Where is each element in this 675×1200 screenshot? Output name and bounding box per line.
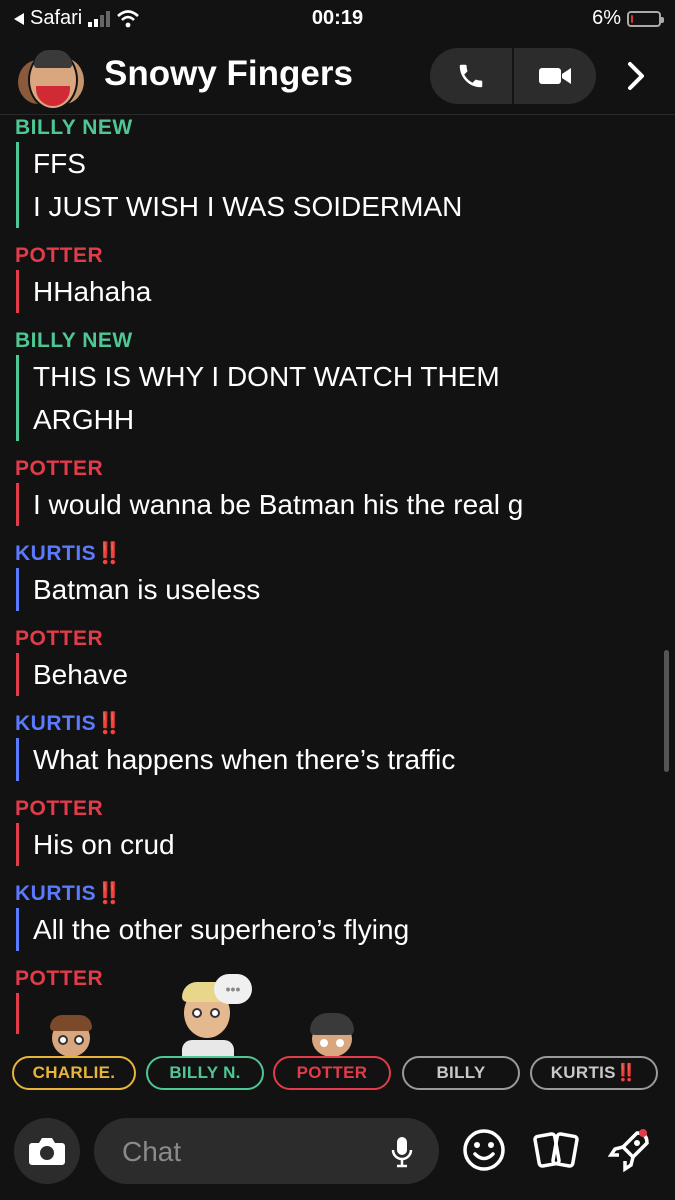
sender-name: KURTIS — [15, 882, 97, 905]
message-sender: POTTER — [15, 965, 675, 993]
message-line: What happens when there’s traffic — [33, 744, 456, 775]
sender-name: POTTER — [15, 627, 104, 650]
presence-chip-label: CHARLIE. — [32, 1063, 116, 1082]
double-exclamation-icon: ‼️ — [96, 882, 123, 905]
sender-name: BILLY NEW — [15, 116, 133, 139]
battery-icon — [627, 10, 664, 27]
presence-chip-label: BILLY — [436, 1063, 486, 1082]
presence-chip[interactable]: BILLY — [402, 1056, 520, 1090]
voice-call-button[interactable] — [430, 48, 512, 104]
message-line: All the other superhero’s flying — [33, 914, 410, 945]
avatar — [28, 50, 78, 110]
double-exclamation-icon: ‼️ — [615, 1063, 638, 1082]
message-body: His on crud — [16, 823, 675, 866]
games-button[interactable] — [606, 1126, 654, 1174]
status-bar: Safari 00:19 6% — [0, 0, 675, 38]
message-line: His on crud — [33, 829, 175, 860]
message-item[interactable]: BILLY NEW THIS IS WHY I DONT WATCH THEM AR… — [0, 327, 675, 441]
chat-input-container — [94, 1118, 439, 1186]
microphone-button[interactable] — [391, 1136, 413, 1173]
message-line: ARGHH — [33, 404, 135, 435]
video-camera-icon — [539, 68, 571, 84]
message-body: HHahaha — [16, 270, 675, 313]
message-body: FFS I JUST WISH I WAS SOIDERMAN — [16, 142, 675, 228]
rocket-icon — [607, 1129, 649, 1173]
cards-icon — [533, 1132, 579, 1168]
sender-name: POTTER — [15, 797, 104, 820]
presence-chip[interactable]: KURTIS ‼️ — [530, 1056, 658, 1090]
chat-header: Snowy Fingers — [0, 40, 675, 115]
message-sender: POTTER — [15, 795, 675, 823]
message-body: Behave — [16, 653, 675, 696]
message-item[interactable]: BILLY NEW FFS I JUST WISH I WAS SOIDERMAN — [0, 114, 675, 228]
message-sender: BILLY NEW — [15, 114, 675, 142]
presence-bitmoji-charlie — [48, 1015, 94, 1057]
camera-icon — [29, 1138, 65, 1165]
scrollbar[interactable] — [664, 650, 669, 772]
message-line: I would wanna be Batman his the real g — [33, 489, 524, 520]
group-avatar[interactable] — [18, 50, 86, 110]
message-body: I would wanna be Batman his the real g — [16, 483, 675, 526]
presence-chips: CHARLIE. BILLY N. POTTER BILLY KURTIS ‼️ — [0, 1056, 675, 1092]
composer-bar — [0, 1104, 675, 1200]
message-sender: POTTER — [15, 455, 675, 483]
message-body: What happens when there’s traffic — [16, 738, 675, 781]
message-line: THIS IS WHY I DONT WATCH THEM — [33, 361, 500, 392]
double-exclamation-icon: ‼️ — [96, 712, 123, 735]
message-item[interactable]: KURTIS‼️ All the other superhero’s flying — [0, 880, 675, 951]
message-item[interactable]: POTTER I would wanna be Batman his the re… — [0, 455, 675, 526]
message-item[interactable]: POTTER His on crud — [0, 795, 675, 866]
sender-name: POTTER — [15, 967, 104, 990]
message-line: Batman is useless — [33, 574, 261, 605]
chevron-right-icon — [628, 62, 644, 90]
phone-icon — [459, 64, 483, 88]
message-line: Behave — [33, 659, 128, 690]
sender-name: POTTER — [15, 244, 104, 267]
message-list[interactable]: BILLY NEW FFS I JUST WISH I WAS SOIDERMAN P… — [0, 114, 675, 1034]
message-line: I JUST WISH I WAS SOIDERMAN — [33, 191, 463, 222]
typing-indicator: ••• — [225, 981, 241, 997]
sender-name: POTTER — [15, 457, 104, 480]
message-body: All the other superhero’s flying — [16, 908, 675, 951]
message-body: Batman is useless — [16, 568, 675, 611]
double-exclamation-icon: ‼️ — [96, 542, 123, 565]
sender-name: KURTIS — [15, 712, 97, 735]
smiley-icon — [463, 1129, 505, 1171]
video-call-button[interactable] — [514, 48, 596, 104]
message-sender: POTTER — [15, 625, 675, 653]
message-sender: KURTIS‼️ — [15, 880, 675, 908]
message-item[interactable]: POTTER HHahaha — [0, 242, 675, 313]
message-body: THIS IS WHY I DONT WATCH THEM ARGHH — [16, 355, 675, 441]
presence-chip-label: BILLY N. — [169, 1063, 241, 1082]
chat-title[interactable]: Snowy Fingers — [104, 54, 353, 94]
clock: 00:19 — [311, 7, 364, 29]
presence-bitmoji-potter — [308, 1013, 356, 1057]
typing-bubble: ••• — [214, 974, 252, 1004]
cards-button[interactable] — [532, 1126, 580, 1174]
presence-chip[interactable]: CHARLIE. — [12, 1056, 136, 1090]
battery-percent: 6% — [592, 7, 621, 29]
sender-name: BILLY NEW — [15, 329, 133, 352]
battery-status: 6% — [592, 7, 664, 30]
message-sender: KURTIS‼️ — [15, 710, 675, 738]
message-sender: BILLY NEW — [15, 327, 675, 355]
chat-input[interactable] — [120, 1118, 384, 1186]
presence-chip-label: KURTIS — [550, 1063, 616, 1082]
microphone-icon — [391, 1137, 413, 1168]
message-line: FFS — [33, 148, 86, 179]
presence-chip[interactable]: BILLY N. — [146, 1056, 264, 1090]
bitmoji-button[interactable] — [460, 1126, 508, 1174]
chat-details-button[interactable] — [616, 56, 656, 96]
message-item[interactable]: KURTIS‼️ Batman is useless — [0, 540, 675, 611]
camera-button[interactable] — [14, 1118, 80, 1184]
call-controls — [430, 48, 596, 104]
message-item[interactable]: POTTER Behave — [0, 625, 675, 696]
message-sender: POTTER — [15, 242, 675, 270]
sender-name: KURTIS — [15, 542, 97, 565]
presence-chip-label: POTTER — [296, 1063, 368, 1082]
message-line: HHahaha — [33, 276, 152, 307]
message-sender: KURTIS‼️ — [15, 540, 675, 568]
message-item[interactable]: KURTIS‼️ What happens when there’s traffi… — [0, 710, 675, 781]
presence-chip[interactable]: POTTER — [273, 1056, 391, 1090]
